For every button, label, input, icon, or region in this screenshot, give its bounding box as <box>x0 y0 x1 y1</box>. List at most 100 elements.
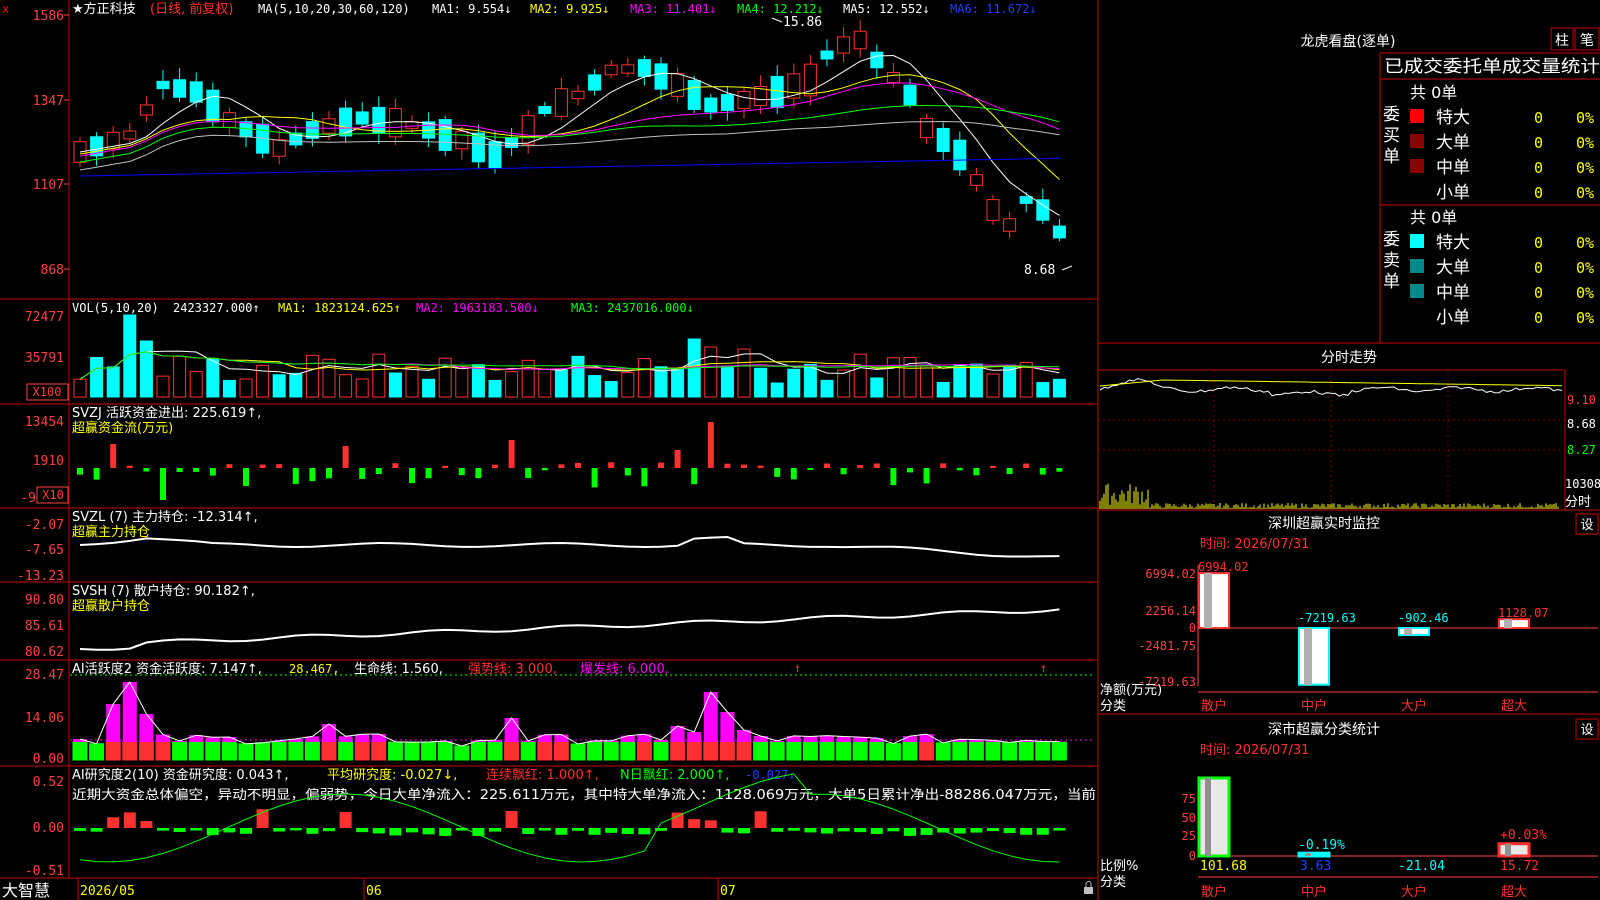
volume-bar <box>455 366 469 398</box>
svzj-bar <box>541 468 548 471</box>
svzj-bar <box>259 464 266 468</box>
candle <box>687 80 701 110</box>
ai2-bar <box>1003 828 1016 834</box>
svzj-bar <box>243 468 249 487</box>
ai1-bar <box>537 741 553 761</box>
candle <box>372 106 386 134</box>
low-price-label: 8.68 <box>1024 263 1055 278</box>
classify-values: 101.68 3.63 -21.04 15.72 -0.19% +0.03% <box>1200 828 1547 874</box>
ai2-bar <box>538 828 551 831</box>
svzj-bar <box>824 463 830 468</box>
ai1-bar <box>919 741 935 761</box>
classify-cat: 中户 <box>1301 884 1327 900</box>
candle <box>173 79 187 98</box>
svzj-bar <box>226 464 233 468</box>
volume-bar <box>123 314 137 398</box>
ai2-tick: -0.51 <box>25 864 64 879</box>
volume-bar <box>554 369 568 398</box>
svzj-bar <box>359 468 366 479</box>
svzj-bar <box>458 468 465 476</box>
sell-total: 共 0单 <box>1410 208 1457 227</box>
volume-bar <box>870 377 884 398</box>
monitor-bar-shade <box>1204 573 1212 628</box>
ai2-bar <box>74 828 86 831</box>
ai2-bar <box>605 828 618 833</box>
dragon-panel-title: 龙虎看盘(逐单) <box>1301 33 1396 50</box>
ai2-bar <box>754 811 767 828</box>
svzl-sub: 超赢主力持仓 <box>72 524 150 540</box>
svsh-tick: 80.62 <box>25 645 64 660</box>
ai1-bar <box>952 741 968 761</box>
sell-color-swatch <box>1410 284 1424 298</box>
ai2-bar <box>505 810 518 828</box>
date-label: 06 <box>366 884 382 899</box>
svg-text:委买单: 委买单 <box>1383 105 1400 167</box>
classify-ylabel: 比例% <box>1100 859 1138 874</box>
buy-row-pct: 0% <box>1576 184 1594 202</box>
volume-bar <box>156 375 170 398</box>
ai1-bar-top <box>670 726 685 742</box>
svzj-bar <box>475 468 482 479</box>
ai1-tick: 0.00 <box>33 752 64 767</box>
svzj-bar <box>558 464 565 468</box>
volume-bar <box>754 367 768 398</box>
ai1-bar <box>255 742 271 761</box>
classify-value: 15.72 <box>1500 859 1539 874</box>
svzj-bar <box>923 468 930 484</box>
svzj-bar <box>409 468 415 484</box>
ai1-bar <box>852 741 868 761</box>
ai2-tick: 0.52 <box>33 775 64 790</box>
lock-icon[interactable] <box>1084 881 1093 895</box>
svzl-tick: -13.23 <box>17 569 64 584</box>
ai1-bar-top <box>537 734 552 742</box>
ai1-bar <box>653 741 669 761</box>
high-marker <box>771 17 783 23</box>
svzj-bar <box>973 468 980 476</box>
candle <box>455 130 469 150</box>
vol-ma1: MA1: 1823124.625↑ <box>278 301 401 315</box>
volume-bar <box>986 373 1000 398</box>
classify-bar <box>1497 842 1531 858</box>
candle <box>870 51 884 69</box>
monitor-bar-label: 1128.07 <box>1498 606 1549 620</box>
ai2-bar <box>273 828 286 832</box>
ai2-bar <box>771 828 784 832</box>
candle <box>305 121 319 139</box>
svzj-bar <box>77 468 83 475</box>
monitor-xlabel: 分类 <box>1100 699 1126 714</box>
svzj-bar <box>193 468 200 472</box>
svzj-bar <box>807 468 814 471</box>
svzj-bar <box>674 450 681 468</box>
classify-title: 深市超赢分类统计 <box>1268 721 1380 738</box>
ai1-bar-top <box>786 735 801 742</box>
candle <box>936 127 950 153</box>
vol-value: 2423327.000↑ <box>173 301 260 315</box>
stock-chart-screen[interactable]: x ★方正科技 (日线, 前复权) MA(5,10,20,30,60,120) … <box>0 0 1600 900</box>
price-axis-ticks <box>64 14 69 270</box>
svzj-tick: 13454 <box>25 415 64 430</box>
volume-bar <box>886 357 900 398</box>
ma-line <box>79 157 1060 177</box>
monitor-ylabel: 净额(万元) <box>1100 683 1162 698</box>
volume-bar <box>720 365 734 398</box>
ai1-bar <box>753 741 769 761</box>
sell-row-pct: 0% <box>1576 284 1594 302</box>
ai1-bar-top <box>753 736 768 742</box>
monitor-axis: 6994.02 2256.14 0 -2481.75 -7219.63 <box>1138 567 1196 689</box>
close-icon[interactable]: x <box>2 2 9 16</box>
ai2-bar <box>671 812 684 828</box>
intraday-tick: 8.68 <box>1567 417 1596 431</box>
ai1-bar <box>719 741 735 761</box>
dragon-heading: 已成交委托单成交量统计 <box>1384 57 1600 77</box>
ai1-bar <box>736 741 752 761</box>
ai1-bar <box>587 741 603 761</box>
intraday-tick: 9.10 <box>1567 393 1596 407</box>
ai2-bar <box>953 828 966 834</box>
svzj-bar <box>575 462 581 468</box>
ai1-bar <box>304 741 320 761</box>
volume-bar <box>770 382 784 398</box>
volume-bar <box>704 346 718 398</box>
volume-bar <box>173 355 187 398</box>
volume-bar <box>671 368 685 398</box>
ai2-bar <box>904 828 916 836</box>
